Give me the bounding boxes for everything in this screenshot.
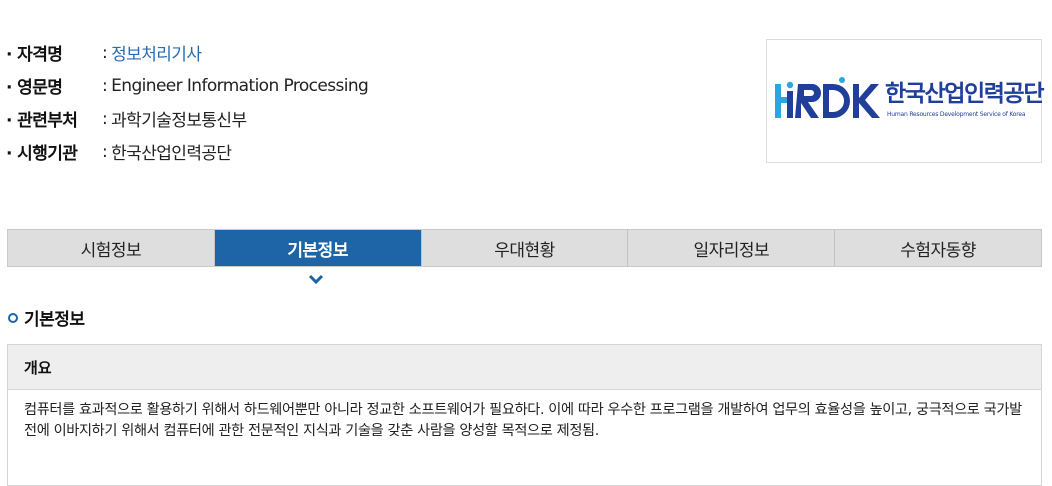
overview-text: 컴퓨터를 효과적으로 활용하기 위해서 하드웨어뿐만 아니라 정교한 소프트웨어… [24, 402, 1022, 439]
info-separator: : [102, 42, 108, 63]
info-separator: : [102, 141, 108, 162]
info-row-name: · 자격명 : 정보처리기사 [6, 36, 368, 69]
info-label: · 자격명 [6, 45, 63, 65]
overview-heading: 개요 [8, 345, 1041, 390]
info-label: · 영문명 [6, 78, 63, 98]
tab-candidate-trends[interactable]: 수험자동향 [835, 230, 1041, 266]
certificate-info: · 자격명 : 정보처리기사 · 영문명 : Engineer Informat… [6, 36, 369, 168]
tab-preference[interactable]: 우대현황 [422, 230, 629, 266]
hrdk-logo-mark-icon [775, 77, 880, 118]
logo-english-name: Human Resources Development Service of K… [887, 111, 1026, 118]
info-separator: : [102, 75, 108, 96]
info-label: · 시행기관 [6, 144, 78, 164]
ring-bullet-icon [8, 312, 18, 323]
section-title: 기본정보 [8, 305, 85, 330]
info-row-ministry: · 관련부처 : 과학기술정보통신부 [6, 102, 368, 135]
info-value: 과학기술정보통신부 [111, 111, 247, 131]
tab-job-info[interactable]: 일자리정보 [628, 230, 836, 266]
info-row-english-name: · 영문명 : Engineer Information Processing [6, 69, 369, 102]
chevron-down-icon [308, 274, 324, 285]
info-value: Engineer Information Processing [111, 75, 369, 96]
tab-basic-info[interactable]: 기본정보 [214, 230, 422, 266]
tab-exam-info[interactable]: 시험정보 [8, 230, 215, 266]
info-value: 한국산업인력공단 [111, 144, 232, 164]
overview-panel: 개요 컴퓨터를 효과적으로 활용하기 위해서 하드웨어뿐만 아니라 정교한 소프… [7, 344, 1042, 486]
certificate-name-link[interactable]: 정보처리기사 [111, 40, 202, 65]
hrdk-logo: 한국산업인력공단 Human Resources Development Ser… [766, 39, 1044, 163]
info-row-agency: · 시행기관 : 한국산업인력공단 [6, 135, 368, 168]
logo-korean-name: 한국산업인력공단 [885, 81, 1044, 107]
info-separator: : [102, 108, 108, 129]
info-label: · 관련부처 [6, 111, 78, 131]
section-title-text: 기본정보 [24, 310, 85, 330]
info-tabs: 시험정보 기본정보 우대현황 일자리정보 수험자동향 [7, 229, 1042, 267]
